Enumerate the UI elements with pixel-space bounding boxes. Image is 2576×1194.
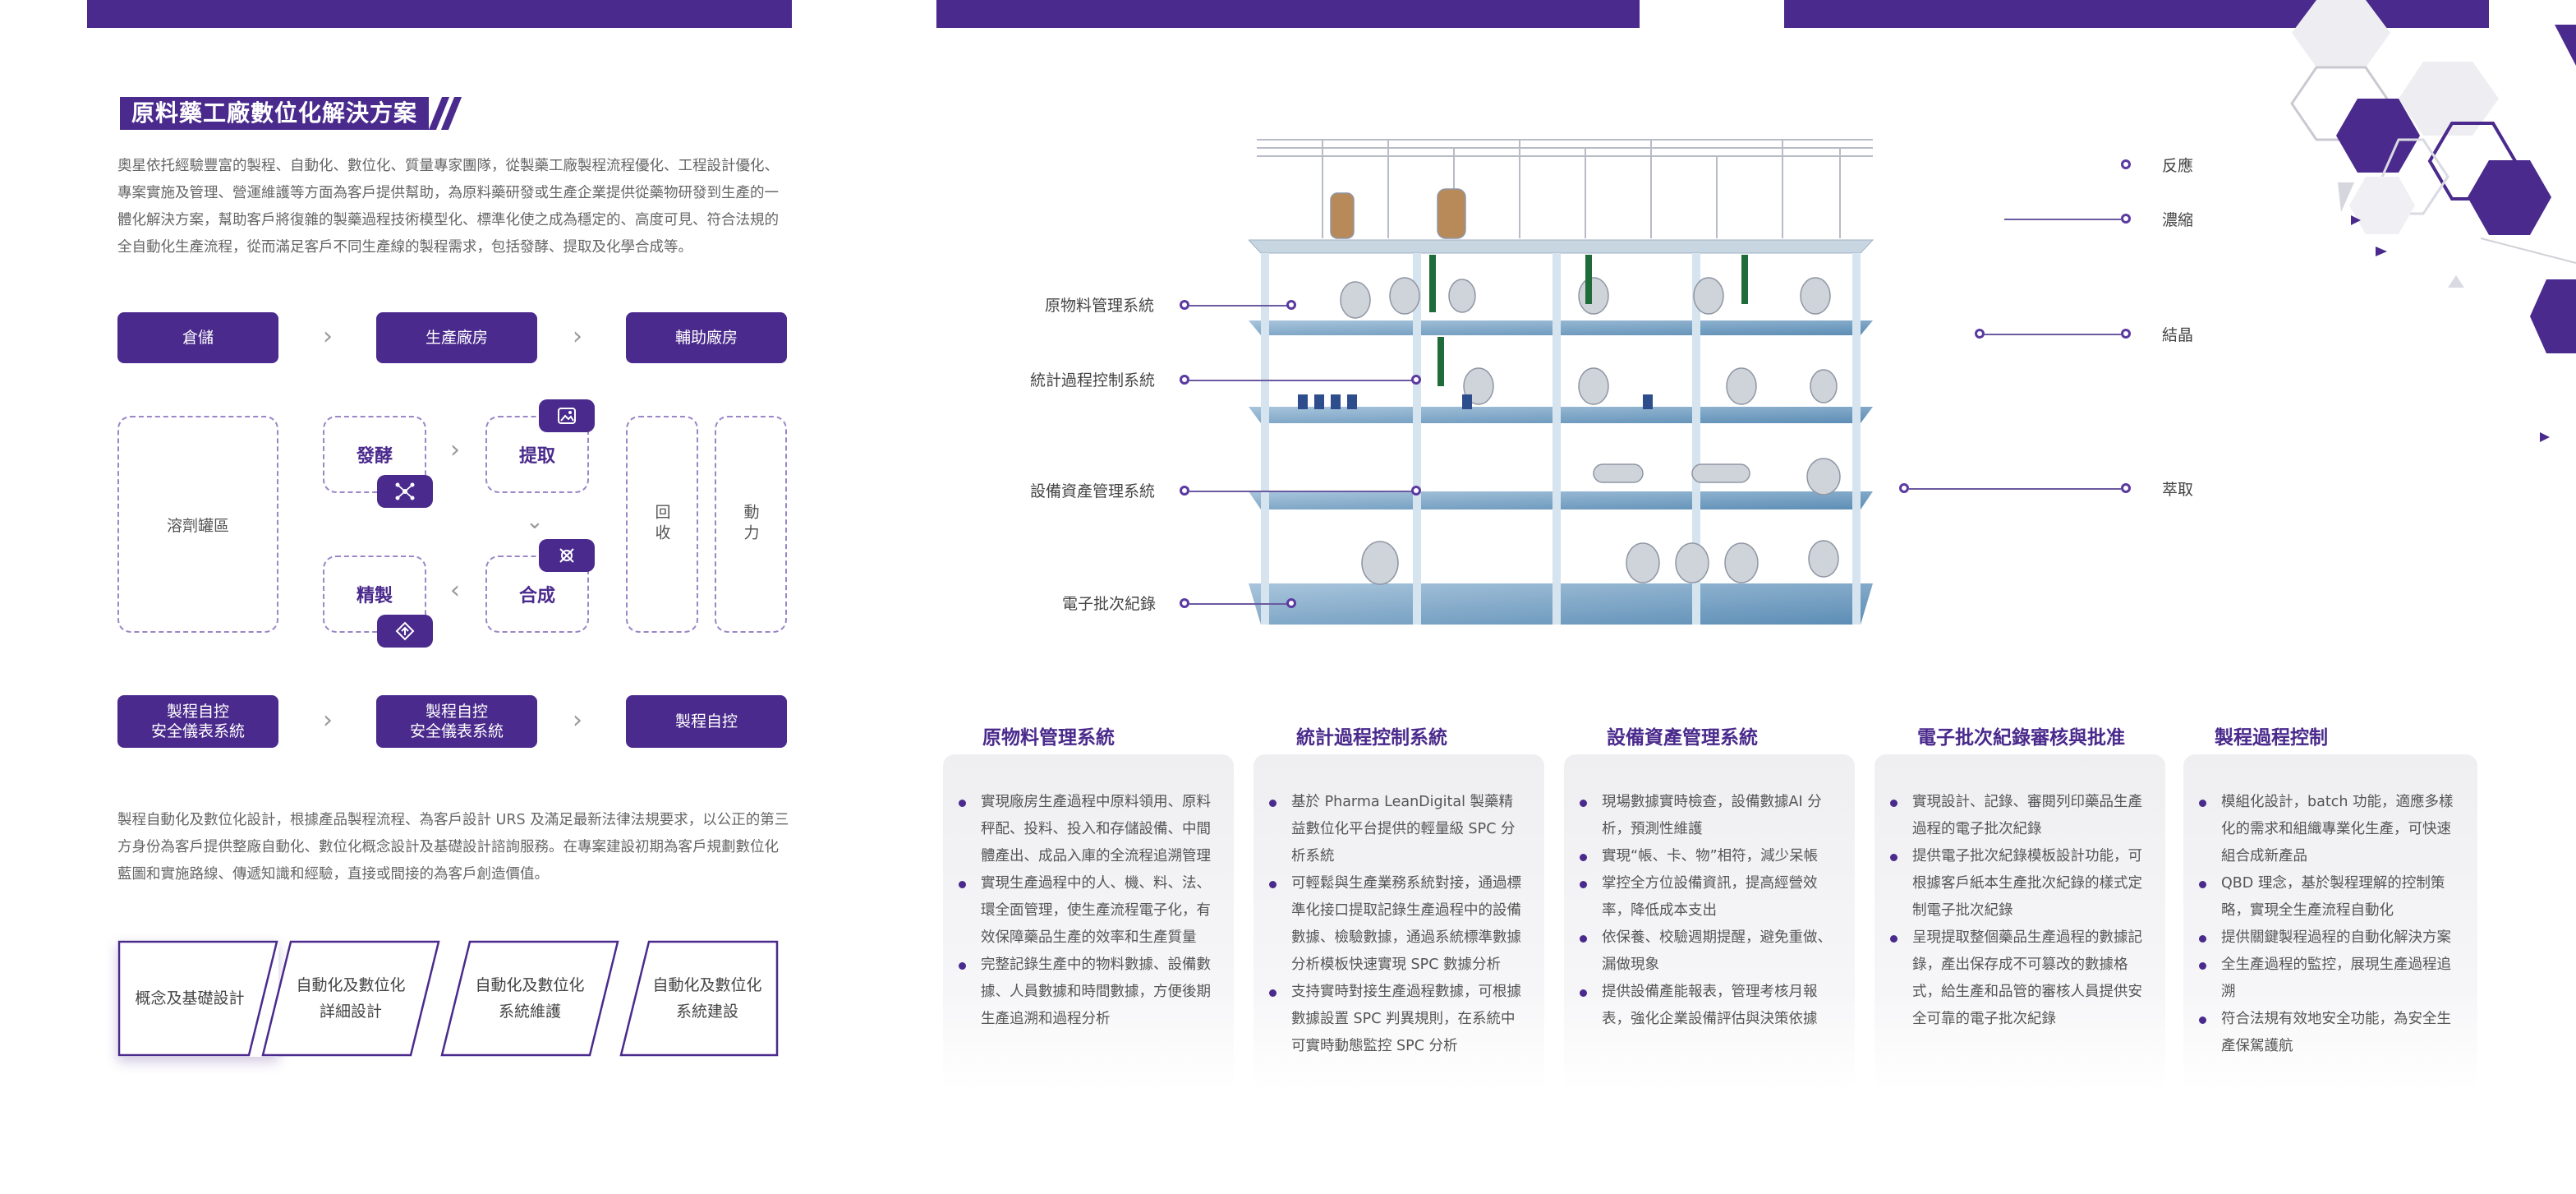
connector-dot <box>1899 483 1909 493</box>
connector-dot <box>1411 486 1421 496</box>
list-item: 實現廠房生產過程中原料領用、原料秤配、投料、投入和存儲設備、中間體產出、成品入庫… <box>959 789 1216 870</box>
arrow-right-icon: › <box>573 322 582 351</box>
intro-paragraph: 奧星依托經驗豐富的製程、自動化、數位化、質量專家團隊，從製藥工廠製程流程優化、工… <box>117 158 779 256</box>
list-item: 模組化設計，batch 功能，適應多樣化的需求和組織專業化生產，可快速組合成新產… <box>2199 789 2459 870</box>
connector-dot <box>2121 214 2131 224</box>
diagram-label-ebr: 電子批次紀錄 <box>1062 595 1157 613</box>
service-2: 自動化及數位化 詳細設計 <box>261 940 440 1057</box>
connector-line <box>1985 334 2121 335</box>
list-item: 依保養、校驗週期提醒，避免重做、漏做現象 <box>1580 924 1837 979</box>
list-item: 符合法規有效地安全功能，為安全生產保駕護航 <box>2199 1006 2459 1060</box>
list-item: 提供設備產能報表，管理考核月報表，強化企業設備評估與決策依據 <box>1580 979 1837 1033</box>
list-item: 可輕鬆與生產業務系統對接，通過標準化接口提取記錄生產過程中的設備數據、檢驗數據，… <box>1269 870 1526 979</box>
system-title-raw-material: 原物料管理系統 <box>982 727 1115 749</box>
service-2-label: 自動化及數位化 詳細設計 <box>296 976 406 1021</box>
system-title-process-control: 製程過程控制 <box>2215 727 2328 749</box>
diagram-label-spc: 統計過程控制系統 <box>1030 371 1156 390</box>
list-item: 現場數據實時檢查，設備數據AI 分析，預測性維護 <box>1580 789 1837 843</box>
service-4: 自動化及數位化 系統建設 <box>619 940 779 1057</box>
diagram-label-raw-material: 原物料管理系統 <box>1045 297 1155 315</box>
connector-line <box>1189 491 1416 492</box>
diagram-label-concentration: 濃縮 <box>2162 211 2194 229</box>
process-icon <box>539 539 595 572</box>
list-item: 完整記錄生產中的物料數據、設備數據、人員數據和時間數據，方便後期生產追溯和過程分… <box>959 952 1216 1033</box>
connector-line <box>1189 305 1295 307</box>
system-title-ebr: 電子批次紀錄審核與批准 <box>1917 727 2125 749</box>
list-item: 實現“帳、卡、物”相符，減少呆帳 <box>1580 843 1837 870</box>
flow-production-plant: 生產廠房 <box>376 312 537 363</box>
arrow-right-icon: › <box>323 706 333 735</box>
connector-dot <box>1411 375 1421 385</box>
connector-line <box>2004 219 2121 220</box>
list-item: 實現生產過程中的人、機、料、法、環全面管理，使生產流程電子化，有效保障藥品生產的… <box>959 870 1216 952</box>
service-3-label: 自動化及數位化 系統維護 <box>475 976 585 1021</box>
list-item: 掌控全方位設備資訊，提高經營效率，降低成本支出 <box>1580 870 1837 924</box>
connector-dot <box>2121 159 2131 169</box>
connector-dot <box>1180 598 1189 608</box>
flow-bottom-1: 製程自控 安全儀表系統 <box>117 695 278 748</box>
flow-bottom-3: 製程自控 <box>626 695 787 748</box>
system-card-process-control: 模組化設計，batch 功能，適應多樣化的需求和組織專業化生產，可快速組合成新產… <box>2183 754 2477 1091</box>
connector-dot <box>2121 329 2131 339</box>
system-title-eam: 設備資產管理系統 <box>1607 727 1758 749</box>
system-card-ebr: 實現設計、記錄、審閱列印藥品生產過程的電子批次紀錄 提供電子批次紀錄模板設計功能… <box>1874 754 2165 1091</box>
page-title: 原料藥工廠數位化解決方案 <box>120 97 430 130</box>
flow-bottom-1-label: 製程自控 安全儀表系統 <box>150 703 245 740</box>
top-bar-1 <box>87 0 792 28</box>
power-box: 動力 <box>715 416 787 633</box>
system-card-eam: 現場數據實時檢查，設備數據AI 分析，預測性維護 實現“帳、卡、物”相符，減少呆… <box>1564 754 1855 1091</box>
list-item: 提供電子批次紀錄模板設計功能，可根據客戶紙本生產批次紀錄的樣式定制電子批次紀錄 <box>1890 843 2147 924</box>
service-3: 自動化及數位化 系統維護 <box>440 940 619 1057</box>
list-item: 提供關鍵製程過程的自動化解決方案 <box>2199 924 2459 952</box>
diagram-label-extraction: 萃取 <box>2162 481 2194 499</box>
arrow-right-icon: › <box>323 322 333 351</box>
list-item: 全生產過程的監控，展現生產過程追溯 <box>2199 952 2459 1006</box>
connector-dot <box>1180 375 1189 385</box>
service-1-label: 概念及基礎設計 <box>135 989 245 1007</box>
system-card-spc: 基於 Pharma LeanDigital 製藥精益數位化平台提供的輕量級 SP… <box>1254 754 1544 1091</box>
list-item: 基於 Pharma LeanDigital 製藥精益數位化平台提供的輕量級 SP… <box>1269 789 1526 870</box>
section-title: 原料藥工廠數位化解決方案 <box>120 97 462 130</box>
arrow-right-icon: › <box>573 706 582 735</box>
list-item: 實現設計、記錄、審閱列印藥品生產過程的電子批次紀錄 <box>1890 789 2147 843</box>
flow-auxiliary-plant: 輔助廠房 <box>626 312 787 363</box>
automation-paragraph: 製程自動化及數位化設計，根據產品製程流程、為客戶設計 URS 及滿足最新法律法規… <box>117 812 789 883</box>
arrow-left-icon: ‹ <box>450 576 460 605</box>
arrow-down-icon: ⌄ <box>526 509 544 534</box>
plant-diagram-illustration <box>1249 139 1874 625</box>
recovery-box: 回收 <box>626 416 698 633</box>
system-title-spc: 統計過程控制系統 <box>1296 727 1447 749</box>
network-icon <box>377 475 433 508</box>
flow-bottom-2: 製程自控 安全儀表系統 <box>376 695 537 748</box>
arrow-right-icon: › <box>450 436 460 464</box>
solvent-tank-area: 溶劑罐區 <box>117 416 278 633</box>
connector-line <box>1909 488 2121 490</box>
flow-storage: 倉儲 <box>117 312 278 363</box>
list-item: 支持實時對接生產過程數據，可根據數據設置 SPC 判異規則，在系統中可實時動態監… <box>1269 979 1526 1060</box>
diagram-label-reaction: 反應 <box>2162 157 2194 175</box>
flow-bottom-2-label: 製程自控 安全儀表系統 <box>409 703 504 740</box>
list-item: 呈現提取整個藥品生產過程的數據記錄，產出保存成不可篡改的數據格式，給生產和品管的… <box>1890 924 2147 1033</box>
top-bar-2 <box>936 0 1640 28</box>
service-1: 概念及基礎設計 <box>117 940 278 1057</box>
diagram-label-crystallization: 結晶 <box>2162 326 2194 344</box>
image-icon <box>539 399 595 432</box>
connector-line <box>1189 380 1416 381</box>
connector-dot <box>1180 486 1189 496</box>
connector-dot <box>1180 300 1189 310</box>
connector-dot <box>1286 300 1296 310</box>
filter-icon <box>377 615 433 648</box>
system-card-raw-material: 實現廠房生產過程中原料領用、原料秤配、投料、投入和存儲設備、中間體產出、成品入庫… <box>943 754 1234 1091</box>
diagram-label-eam: 設備資產管理系統 <box>1030 482 1156 500</box>
connector-dot <box>1975 329 1985 339</box>
connector-line <box>1189 603 1290 605</box>
hexagon-decoration <box>2290 0 2576 442</box>
connector-dot <box>1286 598 1296 608</box>
service-4-label: 自動化及數位化 系統建設 <box>652 976 762 1021</box>
connector-dot <box>2121 483 2131 493</box>
list-item: QBD 理念，基於製程理解的控制策略，實現全生產流程自動化 <box>2199 870 2459 924</box>
